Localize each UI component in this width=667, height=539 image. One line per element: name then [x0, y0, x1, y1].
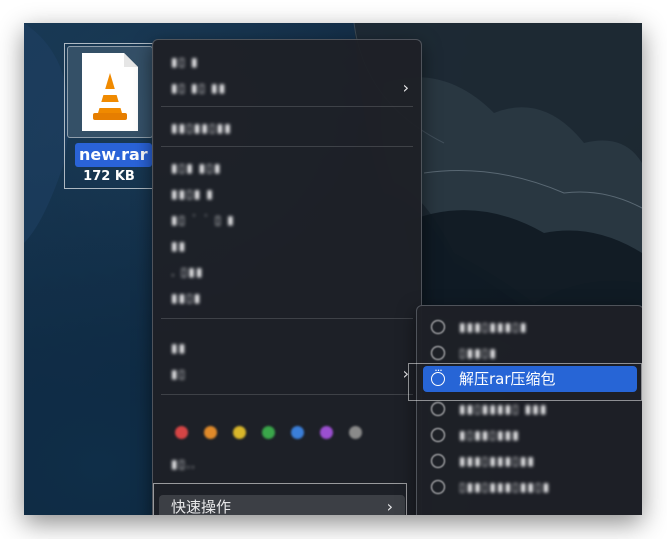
file-icon-new-rar[interactable]: new.rar 172 KB: [64, 43, 154, 189]
submenu-item[interactable]: ▮▮▮▯▮▮▮▯▮▮: [423, 448, 637, 474]
menu-item[interactable]: ▮▯▮ ▮▯▮: [153, 156, 421, 180]
submenu-item-label-redacted: ▮▮▮▯▮▮▮▯▮▮: [459, 454, 536, 468]
menu-item-label-redacted: ▮▮: [171, 239, 187, 253]
menu-item[interactable]: ▮▮: [153, 336, 421, 360]
menu-item[interactable]: . ▯▮▮: [153, 260, 421, 284]
quick-actions-submenu: ▮▮▮▯▮▮▮▯▮ ▯▮▮▯▮ 解压rar压缩包 ▮▮▯▮▮▮▮▯ ▮▮▮ ▮▯…: [416, 305, 642, 515]
menu-item-label-redacted: ▮▯..: [171, 457, 196, 471]
action-icon: [431, 428, 445, 442]
action-icon: [431, 454, 445, 468]
tag-orange[interactable]: [204, 426, 217, 439]
submenu-item-label-redacted: ▯▮▮▯▮▮▮▯▮▮▯▮: [459, 480, 551, 494]
menu-separator: [161, 394, 413, 395]
menu-separator: [161, 318, 413, 319]
highlight-box-extract-rar: [408, 363, 642, 401]
menu-item-quick-actions[interactable]: 快速操作 ›: [159, 495, 405, 515]
menu-item-label-redacted: ▮▯ ˙ ˙ ▯ ▮: [171, 213, 235, 227]
menu-item-label-redacted: . ▯▮▮: [171, 265, 204, 279]
tag-yellow[interactable]: [233, 426, 246, 439]
file-size-label: 172 KB: [83, 169, 135, 184]
tag-gray[interactable]: [349, 426, 362, 439]
chevron-right-icon: ›: [386, 497, 393, 515]
menu-item[interactable]: ▮▮▯▮: [153, 286, 421, 310]
menu-item[interactable]: ▮▮▯▮ ▮: [153, 182, 421, 206]
action-icon: [431, 346, 445, 360]
menu-separator: [161, 146, 413, 147]
file-thumbnail: [67, 46, 153, 138]
menu-item-label-redacted: ▮▯: [171, 367, 187, 381]
menu-item-label-redacted: ▮▯▮ ▮▯▮: [171, 161, 222, 175]
file-name-label: new.rar: [75, 143, 152, 167]
menu-item[interactable]: ▮▮▯▮▮▯▮▮: [153, 116, 421, 140]
menu-item[interactable]: ▮▮: [153, 234, 421, 258]
action-icon: [431, 402, 445, 416]
submenu-item-label-redacted: ▮▮▮▯▮▮▮▯▮: [459, 320, 528, 334]
menu-item-label-redacted: ▮▮▯▮▮▯▮▮: [171, 121, 232, 135]
menu-item-label-redacted: ▮▯ ▮▯ ▮▮: [171, 81, 227, 95]
menu-separator: [161, 106, 413, 107]
tag-red[interactable]: [175, 426, 188, 439]
tag-green[interactable]: [262, 426, 275, 439]
submenu-item[interactable]: ▯▮▮▯▮▮▮▯▮▮▯▮: [423, 474, 637, 500]
menu-item-label-redacted: ▮▮: [171, 341, 187, 355]
submenu-item[interactable]: ▮▯▮▮▯▮▮▮: [423, 422, 637, 448]
menu-item-label-redacted: ▮▯ ▮: [171, 55, 199, 69]
menu-item-label-redacted: ▮▮▯▮: [171, 291, 202, 305]
action-icon: [431, 320, 445, 334]
desktop: new.rar 172 KB ▮▯ ▮ ▮▯ ▮▯ ▮▮ › ▮▮▯▮▮▯▮▮ ▮…: [24, 23, 642, 515]
context-menu: ▮▯ ▮ ▮▯ ▮▯ ▮▮ › ▮▮▯▮▮▯▮▮ ▮▯▮ ▮▯▮ ▮▮▯▮ ▮ ▮…: [152, 39, 422, 515]
menu-item-with-submenu[interactable]: ▮▯ ▮▯ ▮▮ ›: [153, 76, 421, 100]
menu-item[interactable]: ▮▯ ˙ ˙ ▯ ▮: [153, 208, 421, 232]
tag-purple[interactable]: [320, 426, 333, 439]
menu-item-label-redacted: ▮▮▯▮ ▮: [171, 187, 214, 201]
submenu-item[interactable]: ▮▮▮▯▮▮▮▯▮: [423, 314, 637, 340]
menu-item-with-submenu[interactable]: ▮▯ ›: [153, 362, 421, 386]
tag-blue[interactable]: [291, 426, 304, 439]
menu-item[interactable]: ▮▯..: [153, 452, 421, 476]
submenu-item-label-redacted: ▮▯▮▮▯▮▮▮: [459, 428, 520, 442]
vlc-cone-icon: [82, 53, 138, 131]
chevron-right-icon: ›: [402, 78, 409, 97]
menu-item[interactable]: ▮▯ ▮: [153, 50, 421, 74]
action-icon: [431, 480, 445, 494]
quick-actions-label: 快速操作: [171, 498, 232, 515]
